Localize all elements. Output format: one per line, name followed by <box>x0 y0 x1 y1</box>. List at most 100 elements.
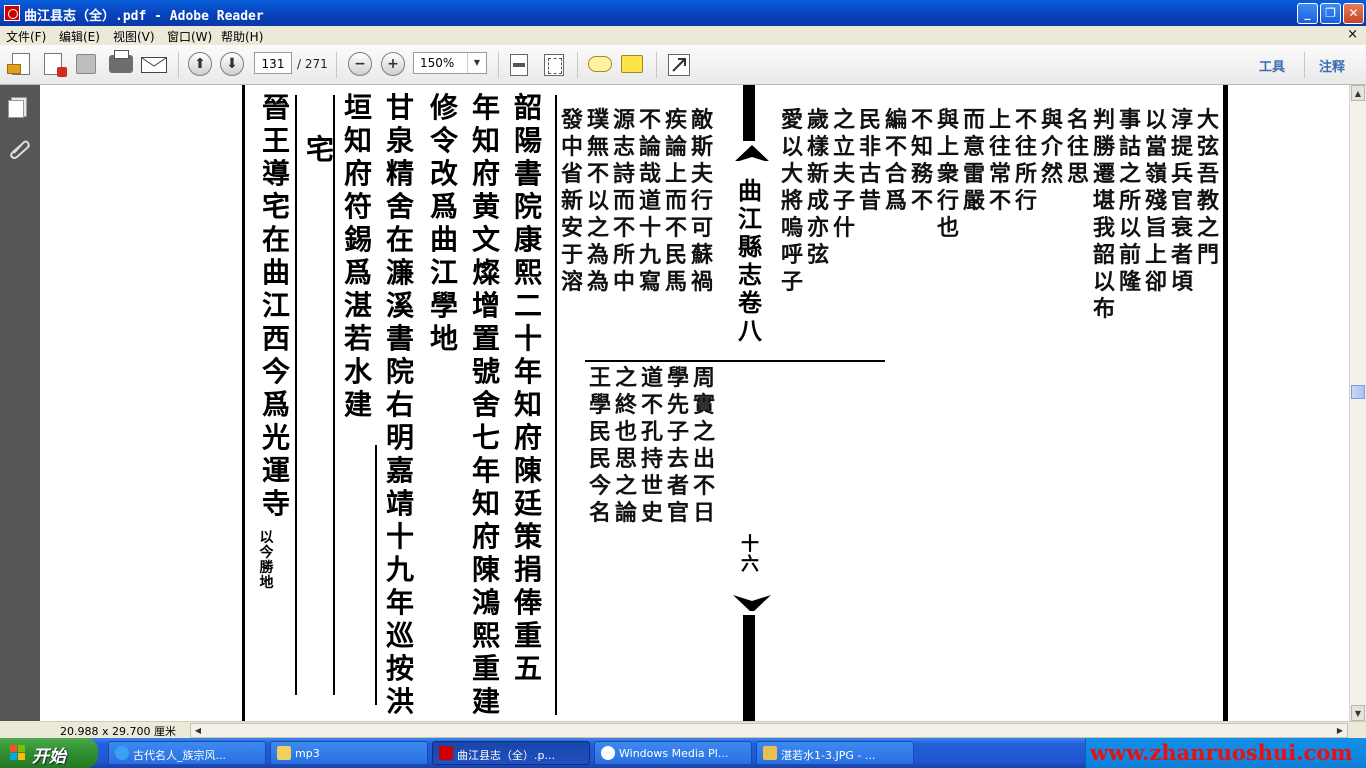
email-icon[interactable] <box>141 57 167 73</box>
spine-page-number: 十六 <box>741 534 759 575</box>
text-column: 宅 <box>305 133 334 166</box>
text-column: 不往所行 <box>1014 107 1037 214</box>
menu-view[interactable]: 视图(V) <box>113 28 155 45</box>
browser-icon <box>115 746 129 760</box>
text-column: 疾論上而不民馬 <box>664 107 687 295</box>
text-column: 學先子去者官 <box>666 365 689 526</box>
menu-window[interactable]: 窗口(W) <box>167 28 212 45</box>
title-bar: 曲江县志（全）.pdf - Adobe Reader _ ❐ ✕ <box>0 0 1366 26</box>
text-column: 歲樣新成亦弦 <box>806 107 829 268</box>
menu-file[interactable]: 文件(F) <box>6 28 46 45</box>
text-column: 垣知府符錫爲湛若水建 <box>343 91 372 421</box>
status-bar: 20.988 x 29.700 厘米 ◀ ▶ <box>40 721 1366 739</box>
taskbar-item-label: 曲江县志（全）.p... <box>457 749 555 762</box>
taskbar-item-label: mp3 <box>295 747 320 760</box>
full-screen-icon[interactable] <box>668 54 690 76</box>
document-view[interactable]: 晉王導宅在曲江西今爲光運寺 宅 垣知府符錫爲湛若水建 甘泉精舍在濂溪書院右明嘉靖… <box>40 85 1349 721</box>
menu-bar: 文件(F) 编辑(E) 视图(V) 窗口(W) 帮助(H) × <box>0 26 1366 46</box>
text-column: 璞無不以之為為 <box>586 107 609 295</box>
zoom-value: 150% <box>420 56 455 70</box>
taskbar-item[interactable]: mp3 <box>270 741 428 765</box>
save-icon[interactable] <box>76 54 96 74</box>
menu-edit[interactable]: 编辑(E) <box>59 28 100 45</box>
vertical-scrollbar[interactable]: ▲ ▼ <box>1349 85 1366 721</box>
scroll-left-icon[interactable]: ◀ <box>191 724 205 737</box>
small-note: 以今勝地 <box>259 530 274 591</box>
toolbar-separator <box>498 52 499 78</box>
spine-bar <box>743 615 755 721</box>
scroll-down-icon[interactable]: ▼ <box>1351 705 1365 721</box>
fit-width-icon[interactable] <box>544 54 564 76</box>
fit-page-icon[interactable] <box>510 54 528 76</box>
windows-logo-icon <box>10 745 25 760</box>
column-rule <box>333 95 335 695</box>
fish-tail-mark <box>733 595 771 611</box>
text-column: 以當嶺殘旨上卻 <box>1144 107 1167 295</box>
tools-pane-link[interactable]: 工具 <box>1259 56 1285 75</box>
text-column: 民非古昔 <box>858 107 881 214</box>
start-button[interactable]: 开始 <box>0 738 98 768</box>
minimize-button[interactable]: _ <box>1297 3 1318 24</box>
toolbar-separator <box>656 52 657 78</box>
text-column: 不論哉道十九寫 <box>638 107 661 295</box>
create-pdf-icon[interactable] <box>7 53 30 75</box>
scroll-up-icon[interactable]: ▲ <box>1351 85 1365 101</box>
image-viewer-icon <box>763 746 777 760</box>
column-rule <box>555 95 557 715</box>
text-column: 敵斯夫行可蘇禍 <box>690 107 713 295</box>
text-column: 上往常不 <box>988 107 1011 214</box>
toolbar: ⬆ ⬇ − + 工具 注释 <box>0 45 1366 85</box>
scanned-page: 晉王導宅在曲江西今爲光運寺 宅 垣知府符錫爲湛若水建 甘泉精舍在濂溪書院右明嘉靖… <box>242 85 1228 721</box>
taskbar-item[interactable]: Windows Media Pl... <box>594 741 752 765</box>
text-column: 而意雷嚴 <box>962 107 985 214</box>
taskbar-item-label: 古代名人_族宗风... <box>133 749 226 762</box>
text-column: 與介然 <box>1040 107 1063 187</box>
next-page-icon[interactable]: ⬇ <box>220 52 244 76</box>
scrollbar-thumb[interactable] <box>1351 385 1365 399</box>
previous-page-icon[interactable]: ⬆ <box>188 52 212 76</box>
taskbar-item[interactable]: 古代名人_族宗风... <box>108 741 266 765</box>
page-number-input[interactable]: 131 <box>254 52 292 74</box>
maximize-button[interactable]: ❐ <box>1320 3 1341 24</box>
text-column: 不知務不 <box>910 107 933 214</box>
column-rule <box>295 95 297 695</box>
folder-icon <box>277 746 291 760</box>
text-column: 道不孔持世史 <box>640 365 663 526</box>
print-icon[interactable] <box>109 50 133 73</box>
comment-icon[interactable] <box>588 56 612 72</box>
document-close-button[interactable]: × <box>1347 27 1358 42</box>
zoom-out-icon[interactable]: − <box>348 52 372 76</box>
text-column: 王學民民今名 <box>588 365 611 526</box>
scroll-right-icon[interactable]: ▶ <box>1333 724 1347 737</box>
horizontal-scrollbar[interactable]: ◀ ▶ <box>190 723 1348 738</box>
taskbar-item-active[interactable]: 曲江县志（全）.p... <box>432 741 590 765</box>
taskbar-item-label: Windows Media Pl... <box>619 747 729 760</box>
text-column: 修令改爲曲江學地 <box>429 91 458 355</box>
text-column: 發中省新安于溶 <box>560 107 583 295</box>
highlight-icon[interactable] <box>621 55 643 73</box>
taskbar-item[interactable]: 湛若水1-3.JPG - ... <box>756 741 914 765</box>
text-column: 事詁之所以前隆 <box>1118 107 1141 295</box>
text-column: 甘泉精舍在濂溪書院右明嘉靖十九年巡按洪 <box>385 91 414 718</box>
attachments-icon[interactable] <box>8 137 30 159</box>
chevron-down-icon[interactable]: ▼ <box>467 53 486 73</box>
page-size-readout: 20.988 x 29.700 厘米 <box>60 725 176 738</box>
column-rule <box>375 445 377 705</box>
text-column: 源志詩而不所中 <box>612 107 635 295</box>
menu-help[interactable]: 帮助(H) <box>221 28 263 45</box>
toolbar-separator <box>336 52 337 78</box>
adobe-reader-icon <box>4 5 20 21</box>
open-file-icon[interactable] <box>44 53 67 77</box>
zoom-select[interactable]: 150% ▼ <box>413 52 487 74</box>
text-column: 與上衆行也 <box>936 107 959 241</box>
page-total: / 271 <box>297 57 328 71</box>
text-column: 韶陽書院康熙二十年知府陳廷策捐俸重五 <box>513 91 542 685</box>
text-column: 之終也思之論 <box>614 365 637 526</box>
window-title: 曲江县志（全）.pdf - Adobe Reader <box>24 9 264 24</box>
page-thumbnails-icon[interactable] <box>8 95 30 118</box>
spine-bar <box>743 85 755 141</box>
comment-pane-link[interactable]: 注释 <box>1319 56 1345 75</box>
text-column: 之立夫子什 <box>832 107 855 241</box>
zoom-in-icon[interactable]: + <box>381 52 405 76</box>
close-button[interactable]: ✕ <box>1343 3 1364 24</box>
